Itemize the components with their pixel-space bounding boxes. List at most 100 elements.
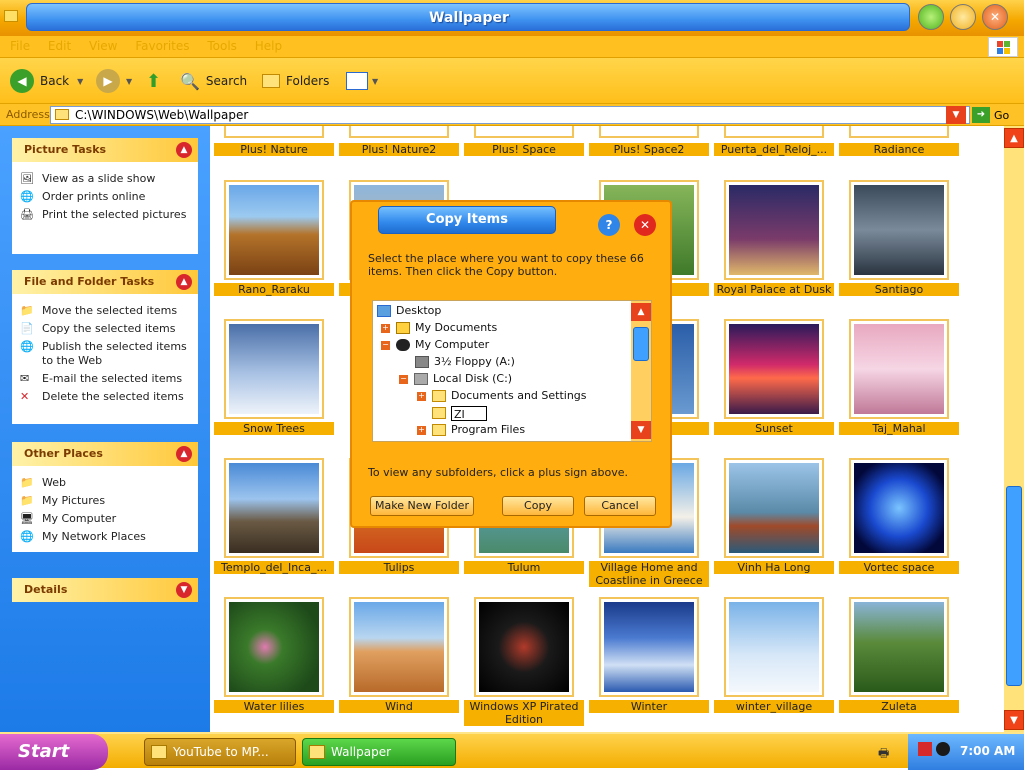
go-button[interactable]: ➜ Go <box>972 106 1020 124</box>
collapse-icon[interactable]: − <box>399 374 408 384</box>
thumbnail[interactable] <box>599 126 699 138</box>
thumbnail-snow-trees[interactable] <box>224 319 324 419</box>
copy-button[interactable]: Copy <box>502 496 574 516</box>
vertical-scrollbar[interactable]: ▲ ▼ <box>1004 126 1024 732</box>
scroll-up-button[interactable]: ▲ <box>631 303 651 321</box>
tree-item-local-disk[interactable]: − Local Disk (C:) <box>399 371 512 387</box>
cancel-button[interactable]: Cancel <box>584 496 656 516</box>
back-button[interactable]: ◀ Back ▼ <box>10 64 83 98</box>
thumbnail-vortec-space[interactable] <box>849 458 949 558</box>
thumbnail-water-lilies[interactable] <box>224 597 324 697</box>
tree-item-documents-settings[interactable]: + Documents and Settings <box>417 388 587 404</box>
views-button[interactable]: ▼ <box>346 64 378 98</box>
scroll-down-button[interactable]: ▼ <box>1004 710 1024 730</box>
thumb-label[interactable]: Taj_Mahal <box>839 422 959 435</box>
clock[interactable]: 7:00 AM <box>960 734 1015 768</box>
dialog-close-button[interactable]: ✕ <box>634 214 656 236</box>
thumb-label[interactable]: Village Home and Coastline in Greece <box>589 561 709 587</box>
expand-icon[interactable]: + <box>417 425 426 435</box>
details-header[interactable]: Details ▼ <box>12 578 198 602</box>
thumbnail-zuleta[interactable] <box>849 597 949 697</box>
address-input[interactable]: C:\WINDOWS\Web\Wallpaper <box>50 106 970 124</box>
scroll-thumb[interactable] <box>1006 486 1022 686</box>
thumb-label[interactable]: Plus! Space <box>464 143 584 156</box>
thumbnail-templo-del-inca[interactable] <box>224 458 324 558</box>
menu-favorites[interactable]: Favorites <box>135 39 189 53</box>
task-delete[interactable]: ✕ Delete the selected items <box>20 390 190 404</box>
task-order-prints[interactable]: 🌐 Order prints online <box>20 190 190 204</box>
place-network[interactable]: 🌐 My Network Places <box>20 530 190 544</box>
tree-item-my-documents[interactable]: + My Documents <box>381 320 497 336</box>
collapse-icon[interactable]: ▲ <box>176 446 192 462</box>
start-button[interactable]: Start <box>0 734 108 770</box>
tree-scrollbar[interactable]: ▲ ▼ <box>631 301 651 441</box>
tree-item-desktop[interactable]: Desktop <box>377 303 441 319</box>
thumbnail-santiago[interactable] <box>849 180 949 280</box>
thumb-label[interactable]: Sunset <box>714 422 834 435</box>
thumbnail-wind[interactable] <box>349 597 449 697</box>
task-email[interactable]: ✉ E-mail the selected items <box>20 372 190 386</box>
place-my-pictures[interactable]: 📁 My Pictures <box>20 494 190 508</box>
thumb-label[interactable]: Templo_del_Inca_... <box>214 561 334 574</box>
thumbnail[interactable] <box>474 126 574 138</box>
thumb-label[interactable]: Plus! Nature <box>214 143 334 156</box>
menu-help[interactable]: Help <box>255 39 282 53</box>
menu-file[interactable]: File <box>10 39 30 53</box>
dropdown-arrow-icon[interactable]: ▼ <box>77 77 83 86</box>
thumb-label[interactable]: Tulips <box>339 561 459 574</box>
task-publish[interactable]: 🌐 Publish the selected items to the Web <box>20 340 190 368</box>
tree-item-my-computer[interactable]: − My Computer <box>381 337 489 353</box>
maximize-button[interactable] <box>950 4 976 30</box>
tree-item-program-files[interactable]: + Program Files <box>417 422 525 438</box>
thumb-label[interactable]: Zuleta <box>839 700 959 713</box>
thumb-label[interactable]: Windows XP Pirated Edition <box>464 700 584 726</box>
thumbnail-winter[interactable] <box>599 597 699 697</box>
tree-item-new-folder[interactable]: ZI <box>432 405 487 421</box>
tray-app-icon[interactable] <box>918 742 932 756</box>
thumbnail-royal-palace[interactable] <box>724 180 824 280</box>
tray-printer-icon[interactable]: 🖶 <box>878 744 889 765</box>
thumb-label[interactable]: Water lilies <box>214 700 334 713</box>
dropdown-arrow-icon[interactable]: ▼ <box>126 77 132 86</box>
help-button[interactable]: ? <box>598 214 620 236</box>
thumb-label[interactable]: Vortec space <box>839 561 959 574</box>
collapse-icon[interactable]: ▲ <box>176 142 192 158</box>
thumb-label[interactable]: Plus! Space2 <box>589 143 709 156</box>
thumb-label[interactable]: Radiance <box>839 143 959 156</box>
collapse-icon[interactable]: ▲ <box>176 274 192 290</box>
thumb-label[interactable]: winter_village <box>714 700 834 713</box>
scroll-thumb[interactable] <box>633 327 649 361</box>
up-folder-button[interactable]: ⬆ <box>146 64 161 98</box>
menu-tools[interactable]: Tools <box>207 39 237 53</box>
task-wallpaper[interactable]: Wallpaper <box>302 738 456 766</box>
thumb-label[interactable]: Santiago <box>839 283 959 296</box>
expand-icon[interactable]: ▼ <box>176 582 192 598</box>
expand-icon[interactable]: + <box>381 323 390 333</box>
thumbnail-taj-mahal[interactable] <box>849 319 949 419</box>
task-view-slideshow[interactable]: 🖼 View as a slide show <box>20 172 190 186</box>
address-dropdown-button[interactable]: ▼ <box>946 106 966 124</box>
rename-input[interactable]: ZI <box>451 405 487 421</box>
forward-button[interactable]: ▶ ▼ <box>96 64 132 98</box>
folders-button[interactable]: Folders <box>262 64 329 98</box>
thumbnail-rano-raraku[interactable] <box>224 180 324 280</box>
thumb-label[interactable]: Winter <box>589 700 709 713</box>
task-print-pictures[interactable]: 🖨 Print the selected pictures <box>20 208 190 222</box>
search-button[interactable]: 🔍 Search <box>180 64 247 98</box>
task-move[interactable]: 📁 Move the selected items <box>20 304 190 318</box>
scroll-down-button[interactable]: ▼ <box>631 421 651 439</box>
thumbnail[interactable] <box>224 126 324 138</box>
place-web[interactable]: 📁 Web <box>20 476 190 490</box>
expand-icon[interactable]: + <box>417 391 426 401</box>
thumbnail-xp-pirated[interactable] <box>474 597 574 697</box>
dropdown-arrow-icon[interactable]: ▼ <box>372 77 378 86</box>
task-copy[interactable]: 📄 Copy the selected items <box>20 322 190 336</box>
thumbnail[interactable] <box>849 126 949 138</box>
make-new-folder-button[interactable]: Make New Folder <box>370 496 474 516</box>
thumbnail-sunset[interactable] <box>724 319 824 419</box>
close-button[interactable]: ✕ <box>982 4 1008 30</box>
thumb-label[interactable]: Tulum <box>464 561 584 574</box>
tree-item-floppy[interactable]: 3½ Floppy (A:) <box>415 354 515 370</box>
thumb-label[interactable]: Plus! Nature2 <box>339 143 459 156</box>
thumbnail[interactable] <box>724 126 824 138</box>
